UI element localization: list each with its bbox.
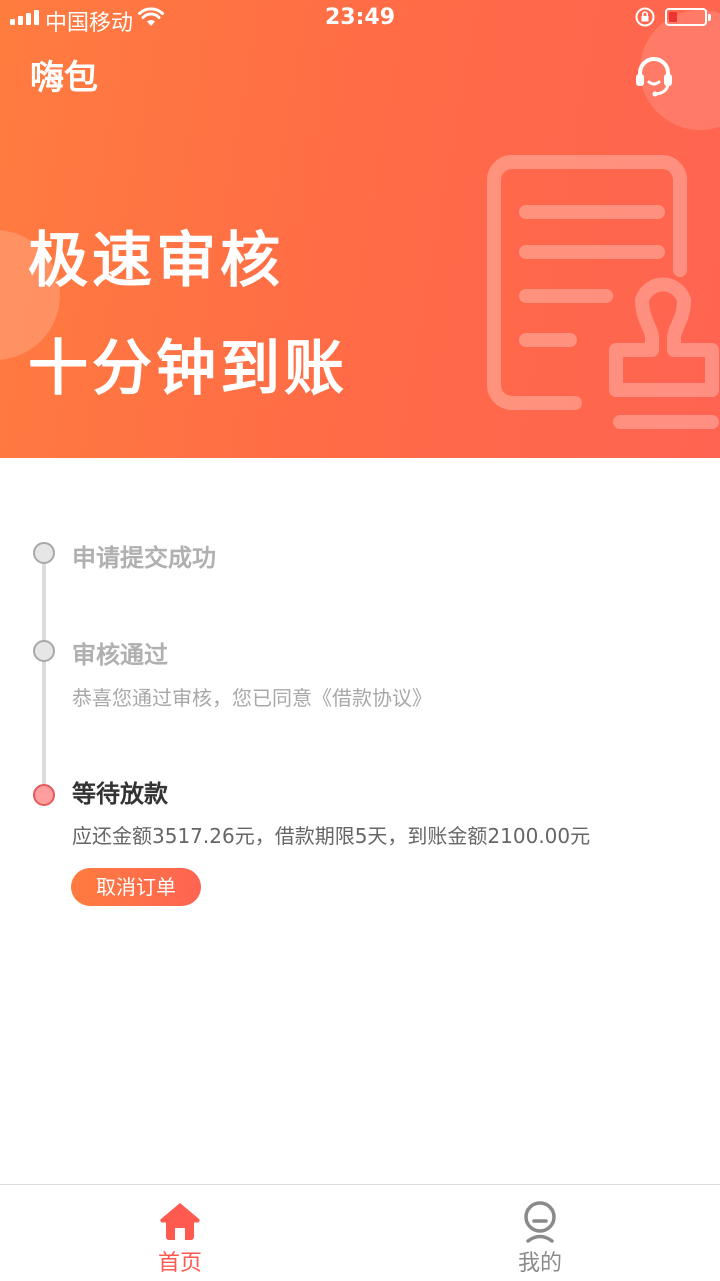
tab-home-label: 首页 [157,1251,202,1276]
app-title: 嗨包 [30,58,98,98]
home-icon [160,1203,200,1240]
timeline-connector [42,554,46,790]
hero-banner: 中国移动 23:49 嗨包 极速审核 十分钟到账 [0,0,720,458]
step-description: 恭喜您通过审核，您已同意《借款协议》 [72,686,432,710]
tab-mine-label: 我的 [517,1251,562,1276]
bottom-tab-bar: 首页 我的 [0,1184,720,1281]
step-title: 等待放款 [72,780,168,808]
step-description: 应还金额3517.26元，借款期限5天，到账金额2100.00元 [72,824,591,848]
step-title: 申请提交成功 [72,544,216,572]
customer-service-icon[interactable] [630,52,678,100]
profile-icon [524,1201,556,1243]
step-dot [33,542,55,564]
tab-mine[interactable]: 我的 [360,1185,720,1281]
cancel-order-button[interactable]: 取消订单 [71,868,201,906]
status-bar: 中国移动 23:49 [0,0,720,36]
status-time: 23:49 [324,5,396,30]
step-title: 审核通过 [72,641,168,669]
document-stamp-illustration [487,155,719,429]
rotation-lock-icon [635,7,655,27]
step-dot-active [33,784,55,806]
battery-icon [665,8,711,26]
tab-home[interactable]: 首页 [0,1185,360,1281]
slogan-line-2: 十分钟到账 [28,334,348,404]
step-dot [33,640,55,662]
slogan-line-1: 极速审核 [28,226,284,296]
